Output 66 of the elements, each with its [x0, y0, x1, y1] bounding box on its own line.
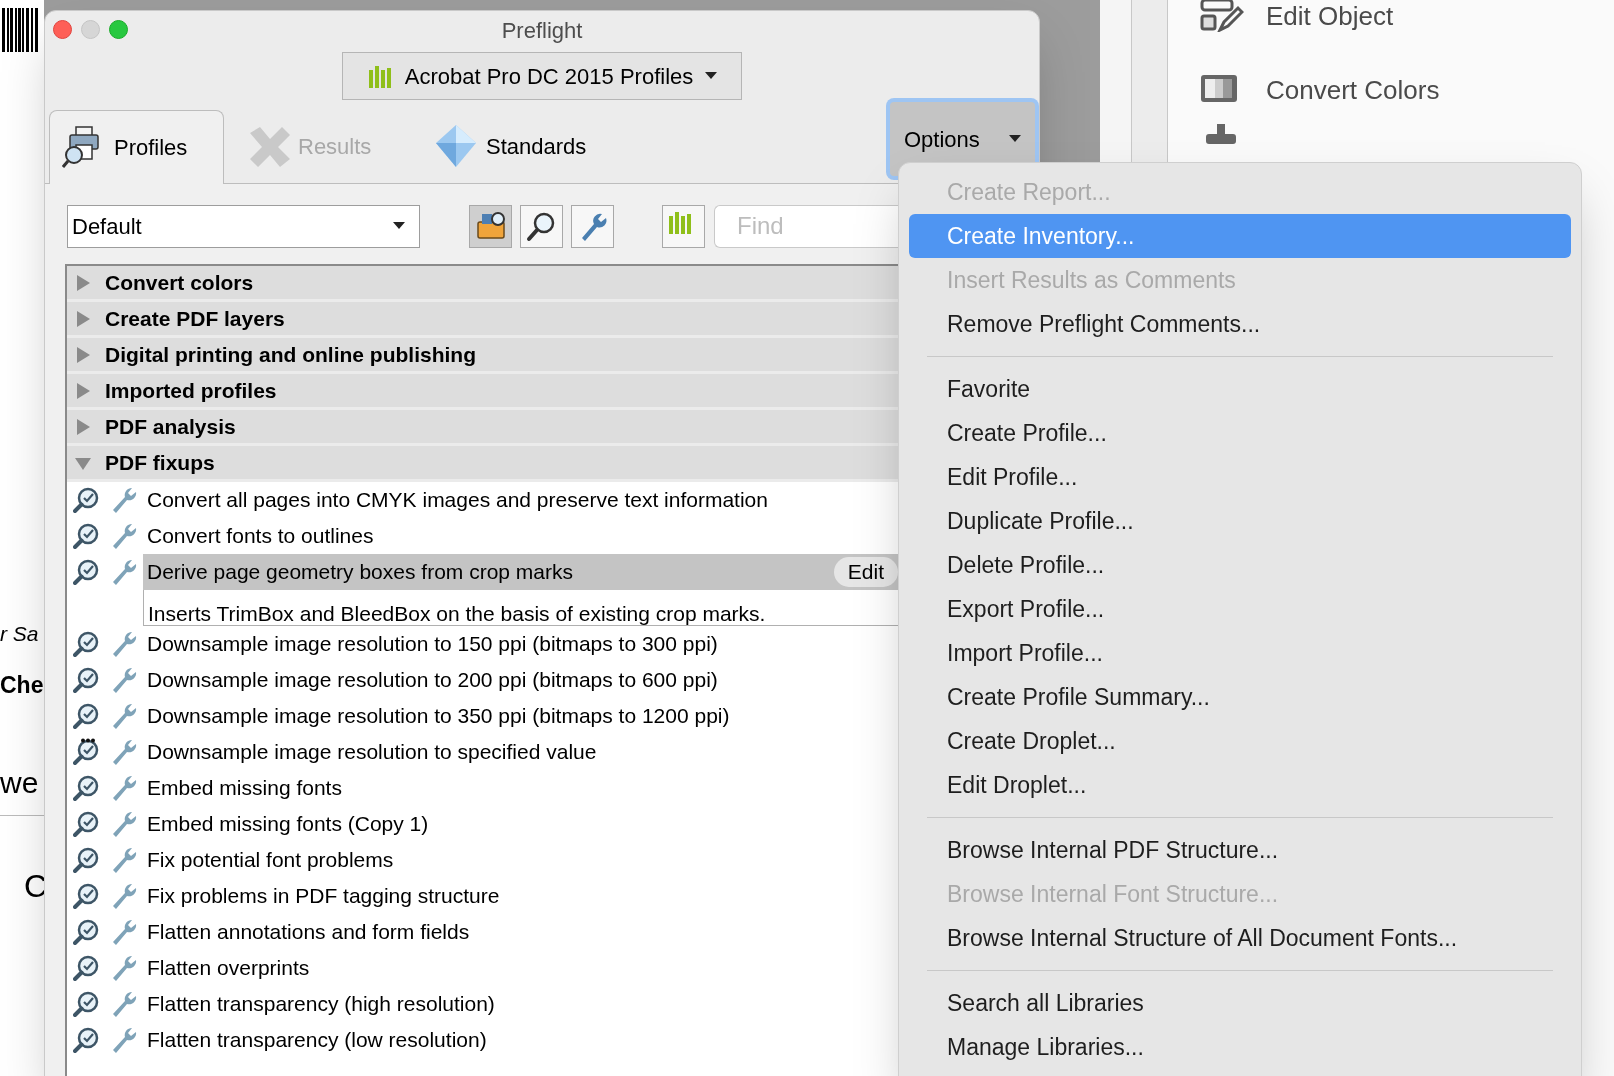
group-label: Imported profiles [105, 377, 277, 404]
magnifier-check-icon [73, 882, 101, 910]
menu-item[interactable]: Edit Droplet... [909, 763, 1571, 807]
document-text: we [0, 765, 39, 801]
caret-icon [393, 222, 405, 230]
menu-item[interactable]: Search all Libraries [909, 981, 1571, 1025]
menu-item[interactable]: Create Droplet... [909, 719, 1571, 763]
group-row[interactable]: PDF fixups [67, 446, 898, 482]
group-label: PDF fixups [105, 449, 215, 476]
group-label: Convert colors [105, 269, 254, 296]
toolbar-button[interactable] [469, 204, 512, 248]
menu-item[interactable]: Import Profile... [909, 631, 1571, 675]
magnifier-check-icon [73, 630, 101, 658]
group-row[interactable]: PDF analysis [67, 410, 898, 446]
menu-item[interactable]: Export Profile... [909, 587, 1571, 631]
magnifier-check-icon [73, 990, 101, 1018]
tab[interactable]: Standards [422, 109, 612, 183]
magnifier-check-icon [73, 918, 101, 946]
magnifier-check-icon [73, 486, 101, 514]
menu-item[interactable]: Favorite [909, 367, 1571, 411]
toolbar-button[interactable] [520, 204, 563, 248]
barcode-icon [2, 8, 40, 52]
search-field[interactable]: Find [714, 204, 898, 248]
magnifier-check-icon [73, 810, 101, 838]
group-label: Digital printing and online publishing [105, 341, 476, 368]
magnifier-check-icon [73, 522, 101, 550]
menu-item[interactable]: Create Profile Summary... [909, 675, 1571, 719]
profile-item[interactable]: Derive page geometry boxes from crop marks Edit [143, 554, 898, 590]
magnifier-check-icon [73, 774, 101, 802]
tab[interactable]: Profiles [49, 110, 224, 184]
caret-icon [1009, 135, 1021, 143]
caret-icon [705, 72, 718, 80]
close-button[interactable] [53, 20, 72, 39]
menu-item[interactable]: Delete Profile... [909, 543, 1571, 587]
menu-item[interactable]: Browse Internal Structure of All Document Fonts... [909, 916, 1571, 960]
magnifier-check-icon [73, 1026, 101, 1054]
menu-item[interactable]: Manage Libraries... [909, 1025, 1571, 1069]
menu-item[interactable]: Edit Profile... [909, 455, 1571, 499]
document-text: r Sa [0, 621, 39, 647]
magnifier-dots-icon [73, 738, 101, 766]
magnifier-check-icon [73, 558, 101, 586]
group-row[interactable]: Digital printing and online publishing [67, 338, 898, 374]
magnifier-check-icon [73, 666, 101, 694]
document-text: C [24, 867, 48, 906]
group-row[interactable]: Imported profiles [67, 374, 898, 410]
tool-label[interactable]: Convert Colors [1266, 70, 1440, 110]
group-label: PDF analysis [105, 413, 236, 440]
edit-object-icon [1200, 0, 1244, 32]
group-label: Create PDF layers [105, 305, 285, 332]
edit-button[interactable]: Edit [833, 557, 898, 587]
zoom-button[interactable] [109, 20, 128, 39]
group-row[interactable]: Create PDF layers [67, 302, 898, 338]
profile-filter-dropdown[interactable]: Default [67, 204, 420, 248]
window-title: Preflight [501, 16, 583, 45]
bar-chart-icon [366, 64, 393, 88]
magnifier-check-icon [73, 954, 101, 982]
tool-label[interactable]: Edit Object [1266, 0, 1394, 36]
library-dropdown[interactable]: Acrobat Pro DC 2015 Profiles [342, 52, 742, 100]
menu-item[interactable]: Duplicate Profile... [909, 499, 1571, 543]
menu-item[interactable]: Create Profile... [909, 411, 1571, 455]
document-text: Che [0, 671, 44, 700]
magnifier-check-icon [73, 846, 101, 874]
group-row[interactable]: Convert colors [67, 266, 898, 302]
menu-item[interactable]: Browse Internal PDF Structure... [909, 828, 1571, 872]
magnifier-check-icon [73, 702, 101, 730]
menu-item[interactable]: Remove Preflight Comments... [909, 302, 1571, 346]
